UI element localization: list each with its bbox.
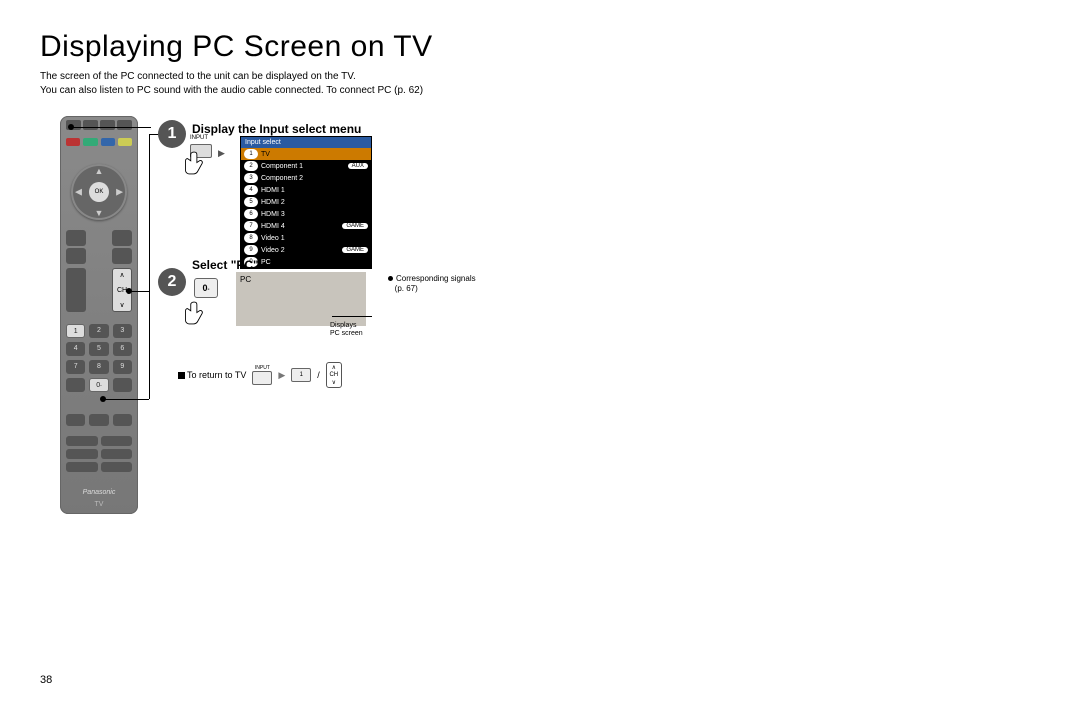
intro-text: The screen of the PC connected to the un… bbox=[40, 70, 1040, 98]
hand-icon bbox=[182, 150, 210, 182]
arrow-icon: ▶ bbox=[278, 370, 285, 381]
step-2-title: Select "PC" bbox=[192, 258, 259, 272]
return-to-tv-row: To return to TV INPUT ▶ 1 / ∧CH∨ bbox=[178, 362, 342, 388]
step-1-badge: 1 bbox=[158, 120, 186, 148]
input-button-small-icon bbox=[252, 371, 272, 385]
remote-key-0: 0- bbox=[89, 378, 108, 392]
remote-control: OK ▲▼ ◀▶ ∧CH∨ 1 23 456 789 0- bbox=[60, 116, 138, 514]
return-label: To return to TV bbox=[187, 370, 246, 380]
key-1-small-icon: 1 bbox=[291, 368, 311, 382]
tv-label: TV bbox=[60, 501, 138, 508]
step-1-title: Display the Input select menu bbox=[192, 122, 361, 136]
key-0-icon: 0- bbox=[194, 278, 218, 298]
brand-label: Panasonic bbox=[60, 489, 138, 496]
step-2-badge: 2 bbox=[158, 268, 186, 296]
page-title: Displaying PC Screen on TV bbox=[40, 30, 1040, 64]
corresponding-signals-note: Corresponding signals (p. 67) bbox=[388, 274, 476, 295]
input-button-label: INPUT bbox=[190, 135, 208, 141]
input-select-header: Input select bbox=[241, 137, 371, 148]
remote-key-1: 1 bbox=[66, 324, 85, 338]
arrow-icon: ▶ bbox=[218, 148, 225, 159]
intro-line1: The screen of the PC connected to the un… bbox=[40, 71, 356, 82]
hand-icon bbox=[182, 300, 210, 332]
channel-rocker-small-icon: ∧CH∨ bbox=[326, 362, 342, 388]
ok-button: OK bbox=[89, 182, 109, 202]
slash: / bbox=[317, 370, 320, 380]
page-number: 38 bbox=[40, 674, 52, 686]
intro-line2: You can also listen to PC sound with the… bbox=[40, 85, 423, 96]
pc-screen-box: PC bbox=[236, 272, 366, 326]
input-select-menu: Input select 1TV 2Component 1AUX 3Compon… bbox=[240, 136, 372, 269]
displays-pc-note: DisplaysPC screen bbox=[330, 322, 363, 339]
dpad-wheel: OK ▲▼ ◀▶ bbox=[71, 164, 127, 220]
